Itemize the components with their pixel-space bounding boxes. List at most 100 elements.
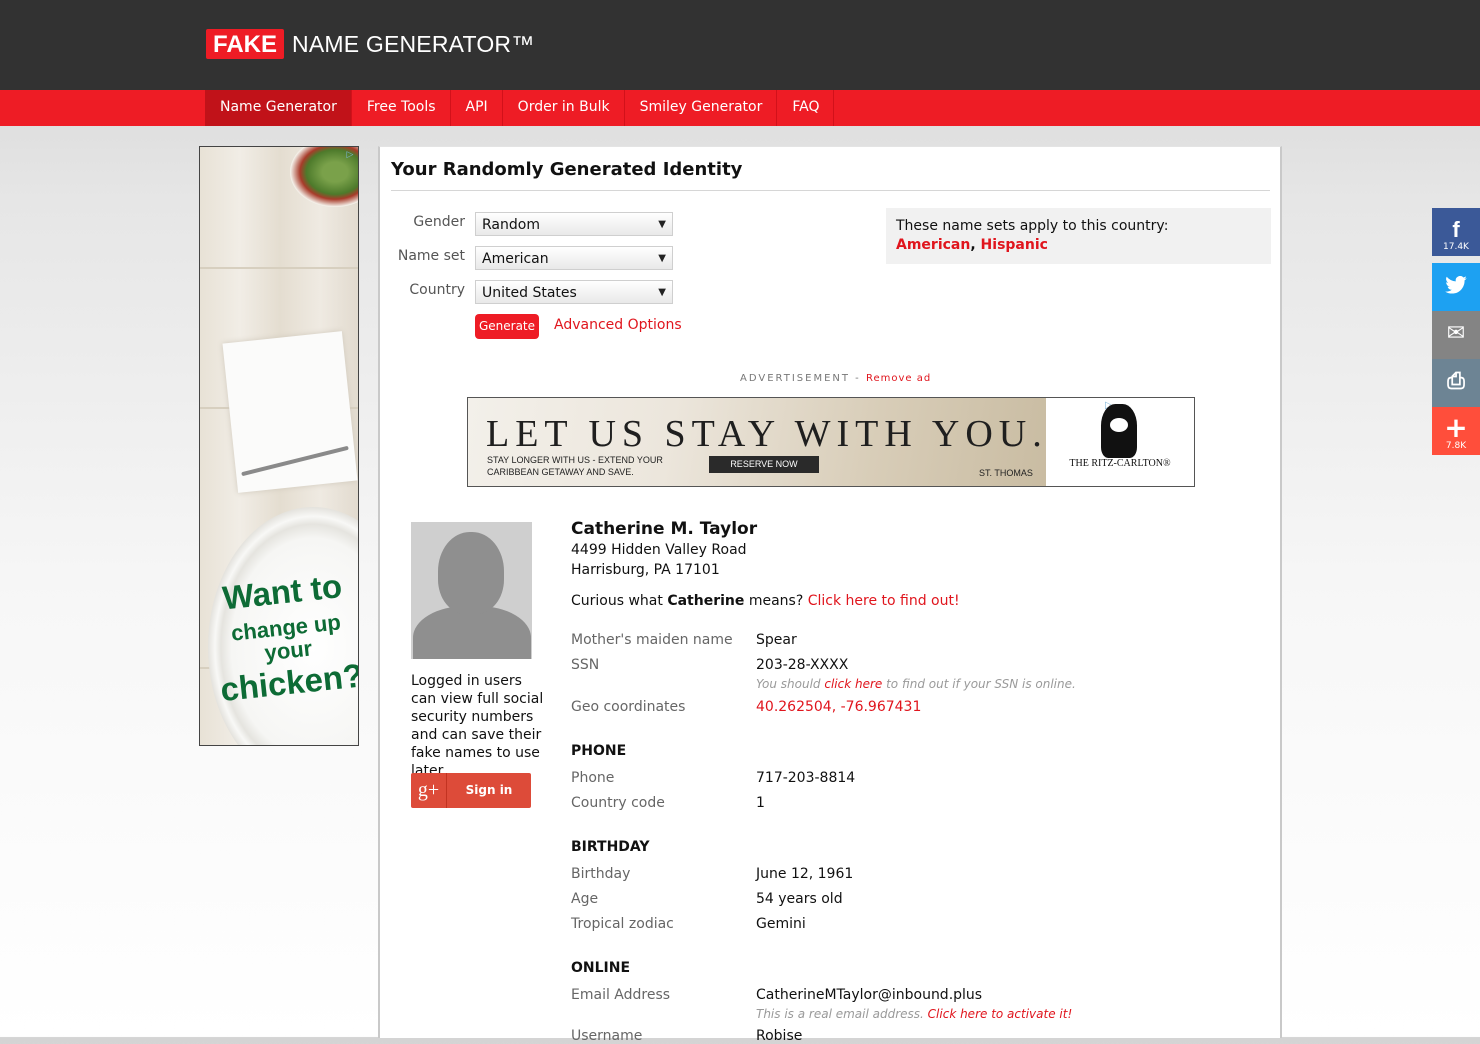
nav-name-generator[interactable]: Name Generator	[205, 90, 352, 126]
share-email-button[interactable]: ✉	[1432, 311, 1480, 359]
advanced-options-link[interactable]: Advanced Options	[554, 317, 682, 333]
username-label: Username	[571, 1028, 643, 1044]
curious-prefix: Curious what	[571, 593, 668, 609]
left-skyscraper-ad[interactable]: Want to change up your chicken? ▷	[199, 146, 359, 746]
email-label: Email Address	[571, 987, 671, 1003]
age-value: 54 years old	[756, 891, 843, 907]
generate-button[interactable]: Generate	[475, 314, 539, 339]
ssn-value: 203-28-XXXX	[756, 657, 849, 673]
share-twitter-button[interactable]	[1432, 263, 1480, 311]
email-icon: ✉	[1446, 321, 1466, 346]
email-note-prefix: This is a real email address.	[756, 1007, 928, 1021]
adchoices-icon[interactable]: ▷	[344, 149, 356, 161]
gender-label: Gender	[413, 214, 465, 230]
gender-select[interactable]: Random ▼	[475, 212, 673, 236]
avatar-silhouette-head	[438, 532, 504, 614]
dropdown-arrow-icon: ▼	[658, 219, 666, 230]
ssn-label: SSN	[571, 657, 600, 673]
remove-ad-link[interactable]: Remove ad	[866, 373, 931, 384]
share-more-button[interactable]: + 7.8K	[1432, 407, 1480, 455]
header-bar: FAKE NAME GENERATOR™	[0, 0, 1480, 90]
reserve-now-button[interactable]: RESERVE NOW	[709, 456, 819, 473]
nameset-link-american[interactable]: American	[896, 237, 970, 253]
banner-ad-location: ST. THOMAS	[979, 468, 1033, 478]
page-title: Your Randomly Generated Identity	[391, 159, 743, 180]
banner-ad-brand: ▷ THE RITZ-CARLTON®	[1046, 398, 1194, 486]
facebook-share-count: 17.4K	[1443, 242, 1469, 252]
nameset-select[interactable]: American ▼	[475, 246, 673, 270]
birthday-label: Birthday	[571, 866, 631, 882]
ad-headline: Want to change up your chicken?	[206, 567, 358, 708]
country-select-value: United States	[482, 285, 577, 301]
curious-name: Catherine	[667, 593, 745, 609]
main-nav: Name Generator Free Tools API Order in B…	[205, 90, 835, 126]
phone-section-heading: PHONE	[571, 743, 627, 759]
identity-address-line1: 4499 Hidden Valley Road	[571, 542, 747, 558]
twitter-icon	[1432, 275, 1480, 299]
nameset-separator: ,	[970, 237, 976, 253]
geo-coordinates-label: Geo coordinates	[571, 699, 686, 715]
dropdown-arrow-icon: ▼	[658, 287, 666, 298]
gender-select-value: Random	[482, 217, 540, 233]
twitter-bird-glyph	[1445, 275, 1467, 294]
banner-ad[interactable]: LET US STAY WITH YOU.® STAY LONGER WITH …	[467, 397, 1195, 487]
name-meaning-prompt: Curious what Catherine means? Click here…	[571, 593, 960, 609]
country-info-text: These name sets apply to this country:	[896, 218, 1169, 234]
country-label: Country	[409, 282, 465, 298]
phone-value: 717-203-8814	[756, 770, 856, 786]
nav-faq[interactable]: FAQ	[777, 90, 835, 126]
more-share-count: 7.8K	[1445, 441, 1467, 451]
identity-address-line2: Harrisburg, PA 17101	[571, 562, 720, 578]
nav-order-in-bulk[interactable]: Order in Bulk	[503, 90, 625, 126]
country-code-label: Country code	[571, 795, 665, 811]
ad-napkin	[222, 331, 358, 493]
lion-crest-detail	[1110, 418, 1128, 432]
birthday-value: June 12, 1961	[756, 866, 854, 882]
activate-email-link[interactable]: Click here to activate it!	[928, 1007, 1073, 1021]
nav-smiley-generator[interactable]: Smiley Generator	[625, 90, 778, 126]
banner-ad-headline-text: LET US STAY WITH YOU.	[486, 413, 1048, 455]
nav-api[interactable]: API	[451, 90, 503, 126]
share-print-button[interactable]: ⎙	[1432, 359, 1480, 407]
ssn-check-link[interactable]: click here	[824, 677, 882, 691]
nameset-link-hispanic[interactable]: Hispanic	[981, 237, 1048, 253]
facebook-icon: f	[1452, 217, 1460, 242]
advertisement-label-text: ADVERTISEMENT -	[740, 373, 866, 384]
google-plus-icon: g+	[411, 773, 447, 808]
email-value: CatherineMTaylor@inbound.plus	[756, 987, 983, 1003]
main-nav-bar: Name Generator Free Tools API Order in B…	[0, 90, 1480, 126]
banner-ad-brand-name: THE RITZ-CARLTON®	[1069, 458, 1171, 469]
curious-suffix: means?	[744, 593, 808, 609]
banner-ad-subtext: STAY LONGER WITH US - EXTEND YOUR CARIBB…	[487, 455, 663, 477]
ssn-note: You should click here to find out if you…	[756, 677, 1076, 691]
google-signin-button[interactable]: g+ Sign in	[411, 773, 531, 808]
advertisement-label: ADVERTISEMENT - Remove ad	[740, 373, 931, 384]
email-note: This is a real email address. Click here…	[756, 1007, 1072, 1021]
country-info-box: These name sets apply to this country: A…	[886, 208, 1271, 264]
maiden-name-label: Mother's maiden name	[571, 632, 733, 648]
phone-label: Phone	[571, 770, 615, 786]
main-content: Your Randomly Generated Identity Gender …	[378, 146, 1282, 1044]
age-label: Age	[571, 891, 599, 907]
username-value: Robise	[756, 1028, 803, 1044]
lion-crest-logo-icon	[1101, 404, 1137, 458]
nav-free-tools[interactable]: Free Tools	[352, 90, 451, 126]
nameset-select-value: American	[482, 251, 549, 267]
zodiac-label: Tropical zodiac	[571, 916, 674, 932]
online-section-heading: ONLINE	[571, 960, 631, 976]
site-logo[interactable]: FAKE NAME GENERATOR™	[206, 29, 534, 59]
country-select[interactable]: United States ▼	[475, 280, 673, 304]
maiden-name-value: Spear	[756, 632, 797, 648]
identity-name: Catherine M. Taylor	[571, 519, 758, 539]
name-meaning-link[interactable]: Click here to find out!	[808, 593, 960, 609]
more-share-icon: +	[1444, 411, 1468, 444]
login-benefits-note: Logged in users can view full social sec…	[411, 673, 544, 779]
banner-ad-headline: LET US STAY WITH YOU.®	[486, 412, 1061, 456]
share-facebook-button[interactable]: f 17.4K	[1432, 208, 1480, 256]
dropdown-arrow-icon: ▼	[658, 253, 666, 264]
ssn-note-suffix: to find out if your SSN is online.	[882, 677, 1076, 691]
geo-coordinates-link[interactable]: 40.262504, -76.967431	[756, 699, 921, 715]
logo-wordmark: NAME GENERATOR™	[292, 30, 535, 57]
nameset-label: Name set	[397, 248, 465, 264]
ssn-note-prefix: You should	[756, 677, 825, 691]
